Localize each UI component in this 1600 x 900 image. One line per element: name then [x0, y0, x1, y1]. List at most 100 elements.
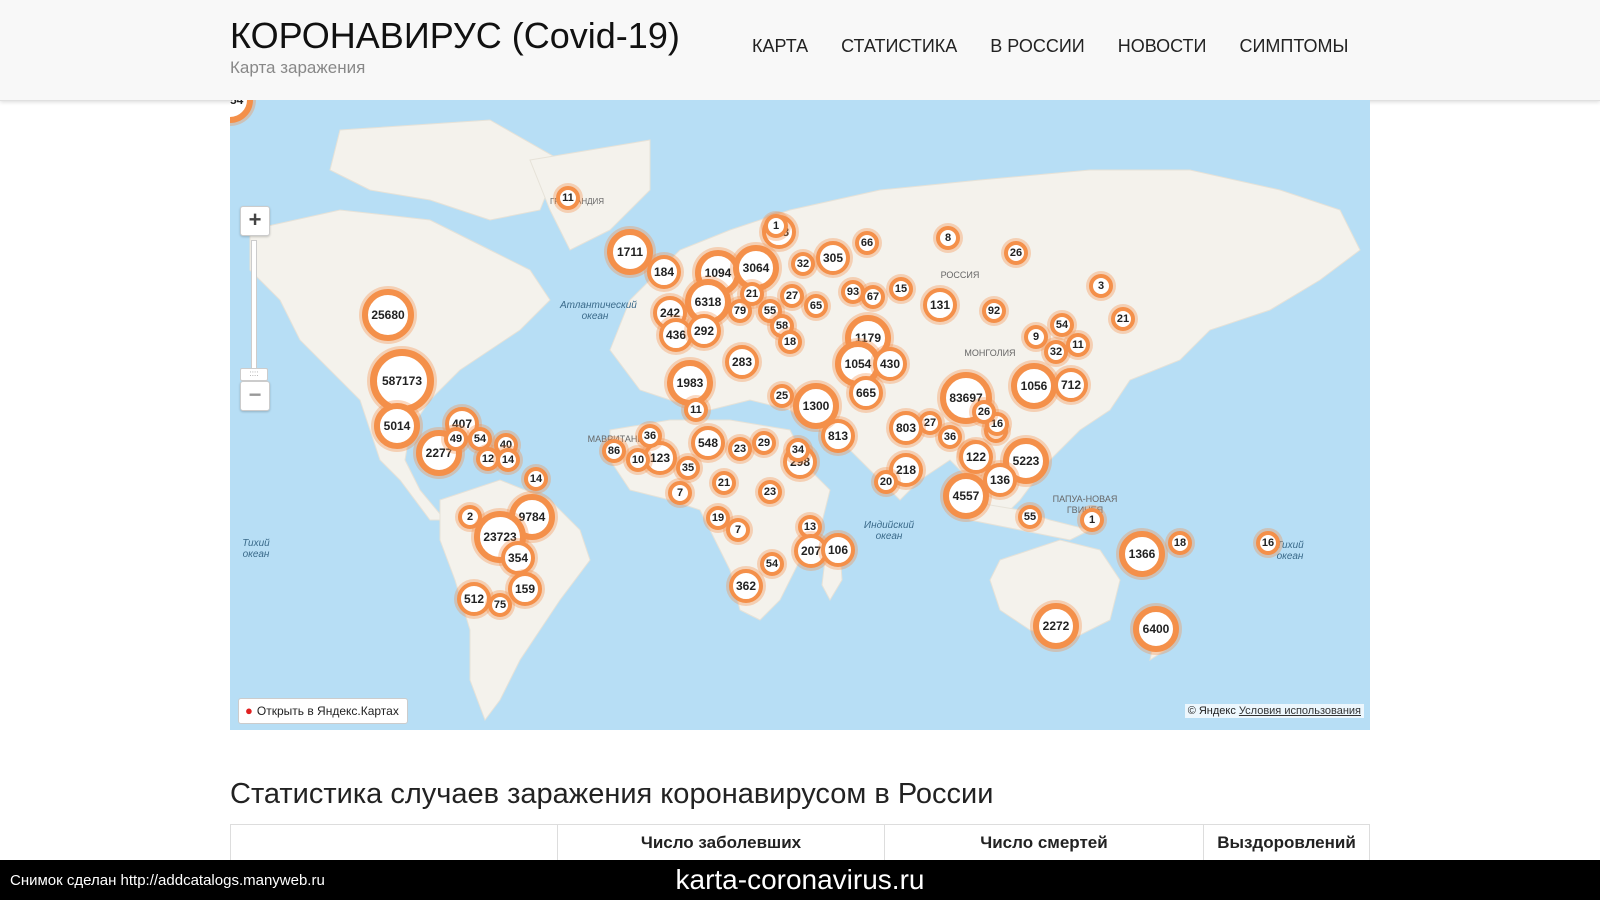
nav-news[interactable]: НОВОСТИ — [1118, 36, 1207, 57]
map-cluster-marker[interactable]: 430 — [873, 347, 907, 381]
stats-col-recovered: Выздоровлений — [1203, 824, 1370, 862]
world-map[interactable]: ГРЕНЛАНДИЯ Атлантический океан Тихий оке… — [230, 100, 1370, 730]
map-cluster-marker[interactable]: 11 — [556, 186, 580, 210]
map-cluster-marker[interactable]: 21 — [712, 471, 736, 495]
screenshot-footer: Снимок сделан http://addcatalogs.manyweb… — [0, 860, 1600, 900]
map-cluster-marker[interactable]: 305 — [816, 241, 850, 275]
map-cluster-marker[interactable]: 35 — [676, 456, 700, 480]
map-cluster-marker[interactable]: 34 — [786, 438, 810, 462]
map-cluster-marker[interactable]: 6400 — [1133, 606, 1179, 652]
map-cluster-marker[interactable]: 7 — [668, 481, 692, 505]
zoom-out-button[interactable]: − — [240, 381, 270, 411]
map-cluster-marker[interactable]: 1366 — [1119, 531, 1165, 577]
map-cluster-marker[interactable]: 26 — [972, 400, 996, 424]
zoom-slider[interactable]: :::: — [240, 240, 268, 381]
map-cluster-marker[interactable]: 362 — [729, 569, 763, 603]
stats-col-region — [230, 824, 558, 862]
stats-col-deaths: Число смертей — [884, 824, 1204, 862]
map-cluster-marker[interactable]: 712 — [1054, 368, 1088, 402]
stats-table: Число заболевших Число смертей Выздоровл… — [230, 824, 1370, 862]
map-cluster-marker[interactable]: 8 — [936, 226, 960, 250]
map-cluster-marker[interactable]: 55 — [1018, 505, 1042, 529]
map-cluster-marker[interactable]: 92 — [982, 299, 1006, 323]
map-cluster-marker[interactable]: 54 — [1050, 313, 1074, 337]
map-cluster-marker[interactable]: 21 — [1111, 307, 1135, 331]
label-pacific-left: Тихий океан — [242, 538, 270, 560]
map-cluster-marker[interactable]: 15 — [889, 277, 913, 301]
map-cluster-marker[interactable]: 67 — [861, 285, 885, 309]
map-cluster-marker[interactable]: 27 — [780, 284, 804, 308]
map-cluster-marker[interactable]: 131 — [923, 288, 957, 322]
nav-map[interactable]: КАРТА — [752, 36, 808, 57]
zoom-control: + :::: − — [240, 206, 270, 411]
nav-russia[interactable]: В РОССИИ — [990, 36, 1085, 57]
map-cluster-marker[interactable]: 36 — [938, 425, 962, 449]
map-cluster-marker[interactable]: 23 — [758, 480, 782, 504]
map-cluster-marker[interactable]: 184 — [647, 255, 681, 289]
map-cluster-marker[interactable]: 32 — [791, 252, 815, 276]
map-cluster-marker[interactable]: 16 — [1256, 531, 1280, 555]
map-cluster-marker[interactable]: 665 — [849, 376, 883, 410]
map-cluster-marker[interactable]: 7 — [726, 518, 750, 542]
map-cluster-marker[interactable]: 1056 — [1011, 363, 1057, 409]
map-cluster-marker[interactable]: 49 — [444, 427, 468, 451]
map-cluster-marker[interactable]: 354 — [501, 541, 535, 575]
map-cluster-marker[interactable]: 29 — [752, 431, 776, 455]
map-cluster-marker[interactable]: 283 — [725, 345, 759, 379]
map-cluster-marker[interactable]: 25680 — [362, 289, 414, 341]
map-cluster-marker[interactable]: 11 — [1066, 333, 1090, 357]
map-cluster-marker[interactable]: 21 — [740, 282, 764, 306]
map-cluster-marker[interactable]: 36 — [638, 424, 662, 448]
map-cluster-marker[interactable]: 5014 — [374, 403, 420, 449]
map-cluster-marker[interactable]: 512 — [457, 582, 491, 616]
map-cluster-marker[interactable]: 20 — [874, 470, 898, 494]
map-cluster-marker[interactable]: 54 — [760, 552, 784, 576]
map-cluster-marker[interactable]: 3 — [1089, 274, 1113, 298]
map-cluster-marker[interactable]: 159 — [508, 572, 542, 606]
map-cluster-marker[interactable]: 14 — [496, 448, 520, 472]
map-cluster-marker[interactable]: 1 — [764, 214, 788, 238]
map-cluster-marker[interactable]: 1 — [1080, 508, 1104, 532]
map-cluster-marker[interactable]: 2272 — [1033, 603, 1079, 649]
map-cluster-marker[interactable]: 66 — [855, 231, 879, 255]
map-cluster-marker[interactable]: 75 — [488, 593, 512, 617]
brand: КОРОНАВИРУС (Covid-19) Карта заражения — [230, 16, 680, 78]
map-cluster-marker[interactable]: 18 — [778, 330, 802, 354]
map-cluster-marker[interactable]: 106 — [821, 533, 855, 567]
map-cluster-marker[interactable]: 18 — [1168, 531, 1192, 555]
map-cluster-marker[interactable]: 122 — [959, 440, 993, 474]
site-header: КОРОНАВИРУС (Covid-19) Карта заражения К… — [0, 0, 1600, 101]
map-cluster-marker[interactable]: 11 — [684, 398, 708, 422]
zoom-slider-handle[interactable]: :::: — [240, 368, 268, 381]
map-cluster-marker[interactable]: 803 — [889, 411, 923, 445]
nav-symptoms[interactable]: СИМПТОМЫ — [1240, 36, 1349, 57]
map-cluster-marker[interactable]: 1711 — [607, 229, 653, 275]
terms-link[interactable]: Условия использования — [1239, 705, 1361, 717]
map-cluster-marker[interactable]: 25 — [770, 384, 794, 408]
map-cluster-marker[interactable]: 26 — [1004, 241, 1028, 265]
nav-statistics[interactable]: СТАТИСТИКА — [841, 36, 957, 57]
site-title[interactable]: КОРОНАВИРУС (Covid-19) — [230, 16, 680, 56]
copyright-text: © Яндекс — [1187, 705, 1236, 717]
map-cluster-marker[interactable]: 86 — [602, 439, 626, 463]
stats-col-cases: Число заболевших — [557, 824, 885, 862]
site-subtitle: Карта заражения — [230, 58, 366, 77]
map-cluster-marker[interactable]: 32 — [1044, 340, 1068, 364]
map-copyright: © Яндекс Условия использования — [1184, 704, 1364, 718]
map-cluster-marker[interactable]: 14 — [524, 467, 548, 491]
map-cluster-marker[interactable]: 548 — [691, 426, 725, 460]
map-pin-icon: ● — [245, 703, 253, 718]
map-cluster-marker[interactable]: 65 — [804, 294, 828, 318]
open-in-yandex-maps-button[interactable]: ● Открыть в Яндекс.Картах — [238, 698, 408, 724]
map-cluster-marker[interactable]: 292 — [687, 314, 721, 348]
label-russia: РОССИЯ — [940, 270, 980, 280]
label-atlantic: Атлантический океан — [560, 300, 637, 322]
open-in-yandex-maps-label: Открыть в Яндекс.Картах — [256, 704, 399, 718]
map-cluster-marker[interactable]: 10 — [626, 448, 650, 472]
label-mongolia: МОНГОЛИЯ — [964, 348, 1016, 358]
zoom-in-button[interactable]: + — [240, 206, 270, 236]
map-cluster-marker[interactable]: 9 — [1024, 325, 1048, 349]
map-cluster-marker[interactable]: 1300 — [793, 383, 839, 429]
map-cluster-marker[interactable]: 23 — [728, 437, 752, 461]
footer-site: karta-coronavirus.ru — [675, 864, 925, 895]
